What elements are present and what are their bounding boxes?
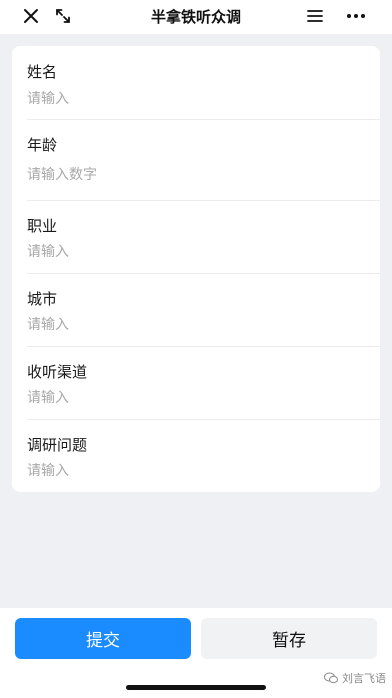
menu-icon[interactable] (304, 5, 326, 27)
submit-button[interactable]: 提交 (15, 618, 191, 659)
top-bar: 半拿铁听众调 (0, 0, 392, 34)
home-indicator (126, 685, 266, 690)
page-title: 半拿铁听众调 (150, 8, 241, 26)
watermark-text: 刘言飞语 (342, 672, 386, 685)
wechat-icon (324, 672, 338, 684)
field-label: 城市 (27, 290, 58, 308)
divider (27, 119, 380, 120)
field-label: 职业 (27, 217, 58, 235)
age-input[interactable]: 请输入数字 (27, 164, 97, 184)
field-label: 收听渠道 (27, 363, 88, 381)
watermark: 刘言飞语 (324, 670, 386, 686)
field-label: 调研问题 (27, 436, 88, 454)
divider (27, 346, 380, 347)
channel-input[interactable]: 请输入 (27, 387, 69, 407)
occupation-input[interactable]: 请输入 (27, 241, 69, 261)
divider (27, 419, 380, 420)
name-input[interactable]: 请输入 (27, 88, 69, 108)
divider (27, 273, 380, 274)
survey-question-input[interactable]: 请输入 (27, 460, 69, 480)
field-label: 姓名 (27, 63, 58, 81)
form-card: 姓名 请输入 年龄 请输入数字 职业 请输入 城市 请输入 收听渠道 请输入 调… (12, 46, 380, 492)
field-label: 年龄 (27, 136, 58, 154)
bottom-action-bar: 提交 暂存 刘言飞语 (0, 608, 392, 698)
more-icon[interactable] (345, 5, 367, 27)
city-input[interactable]: 请输入 (27, 314, 69, 334)
save-draft-button[interactable]: 暂存 (201, 618, 377, 659)
divider (27, 200, 380, 201)
